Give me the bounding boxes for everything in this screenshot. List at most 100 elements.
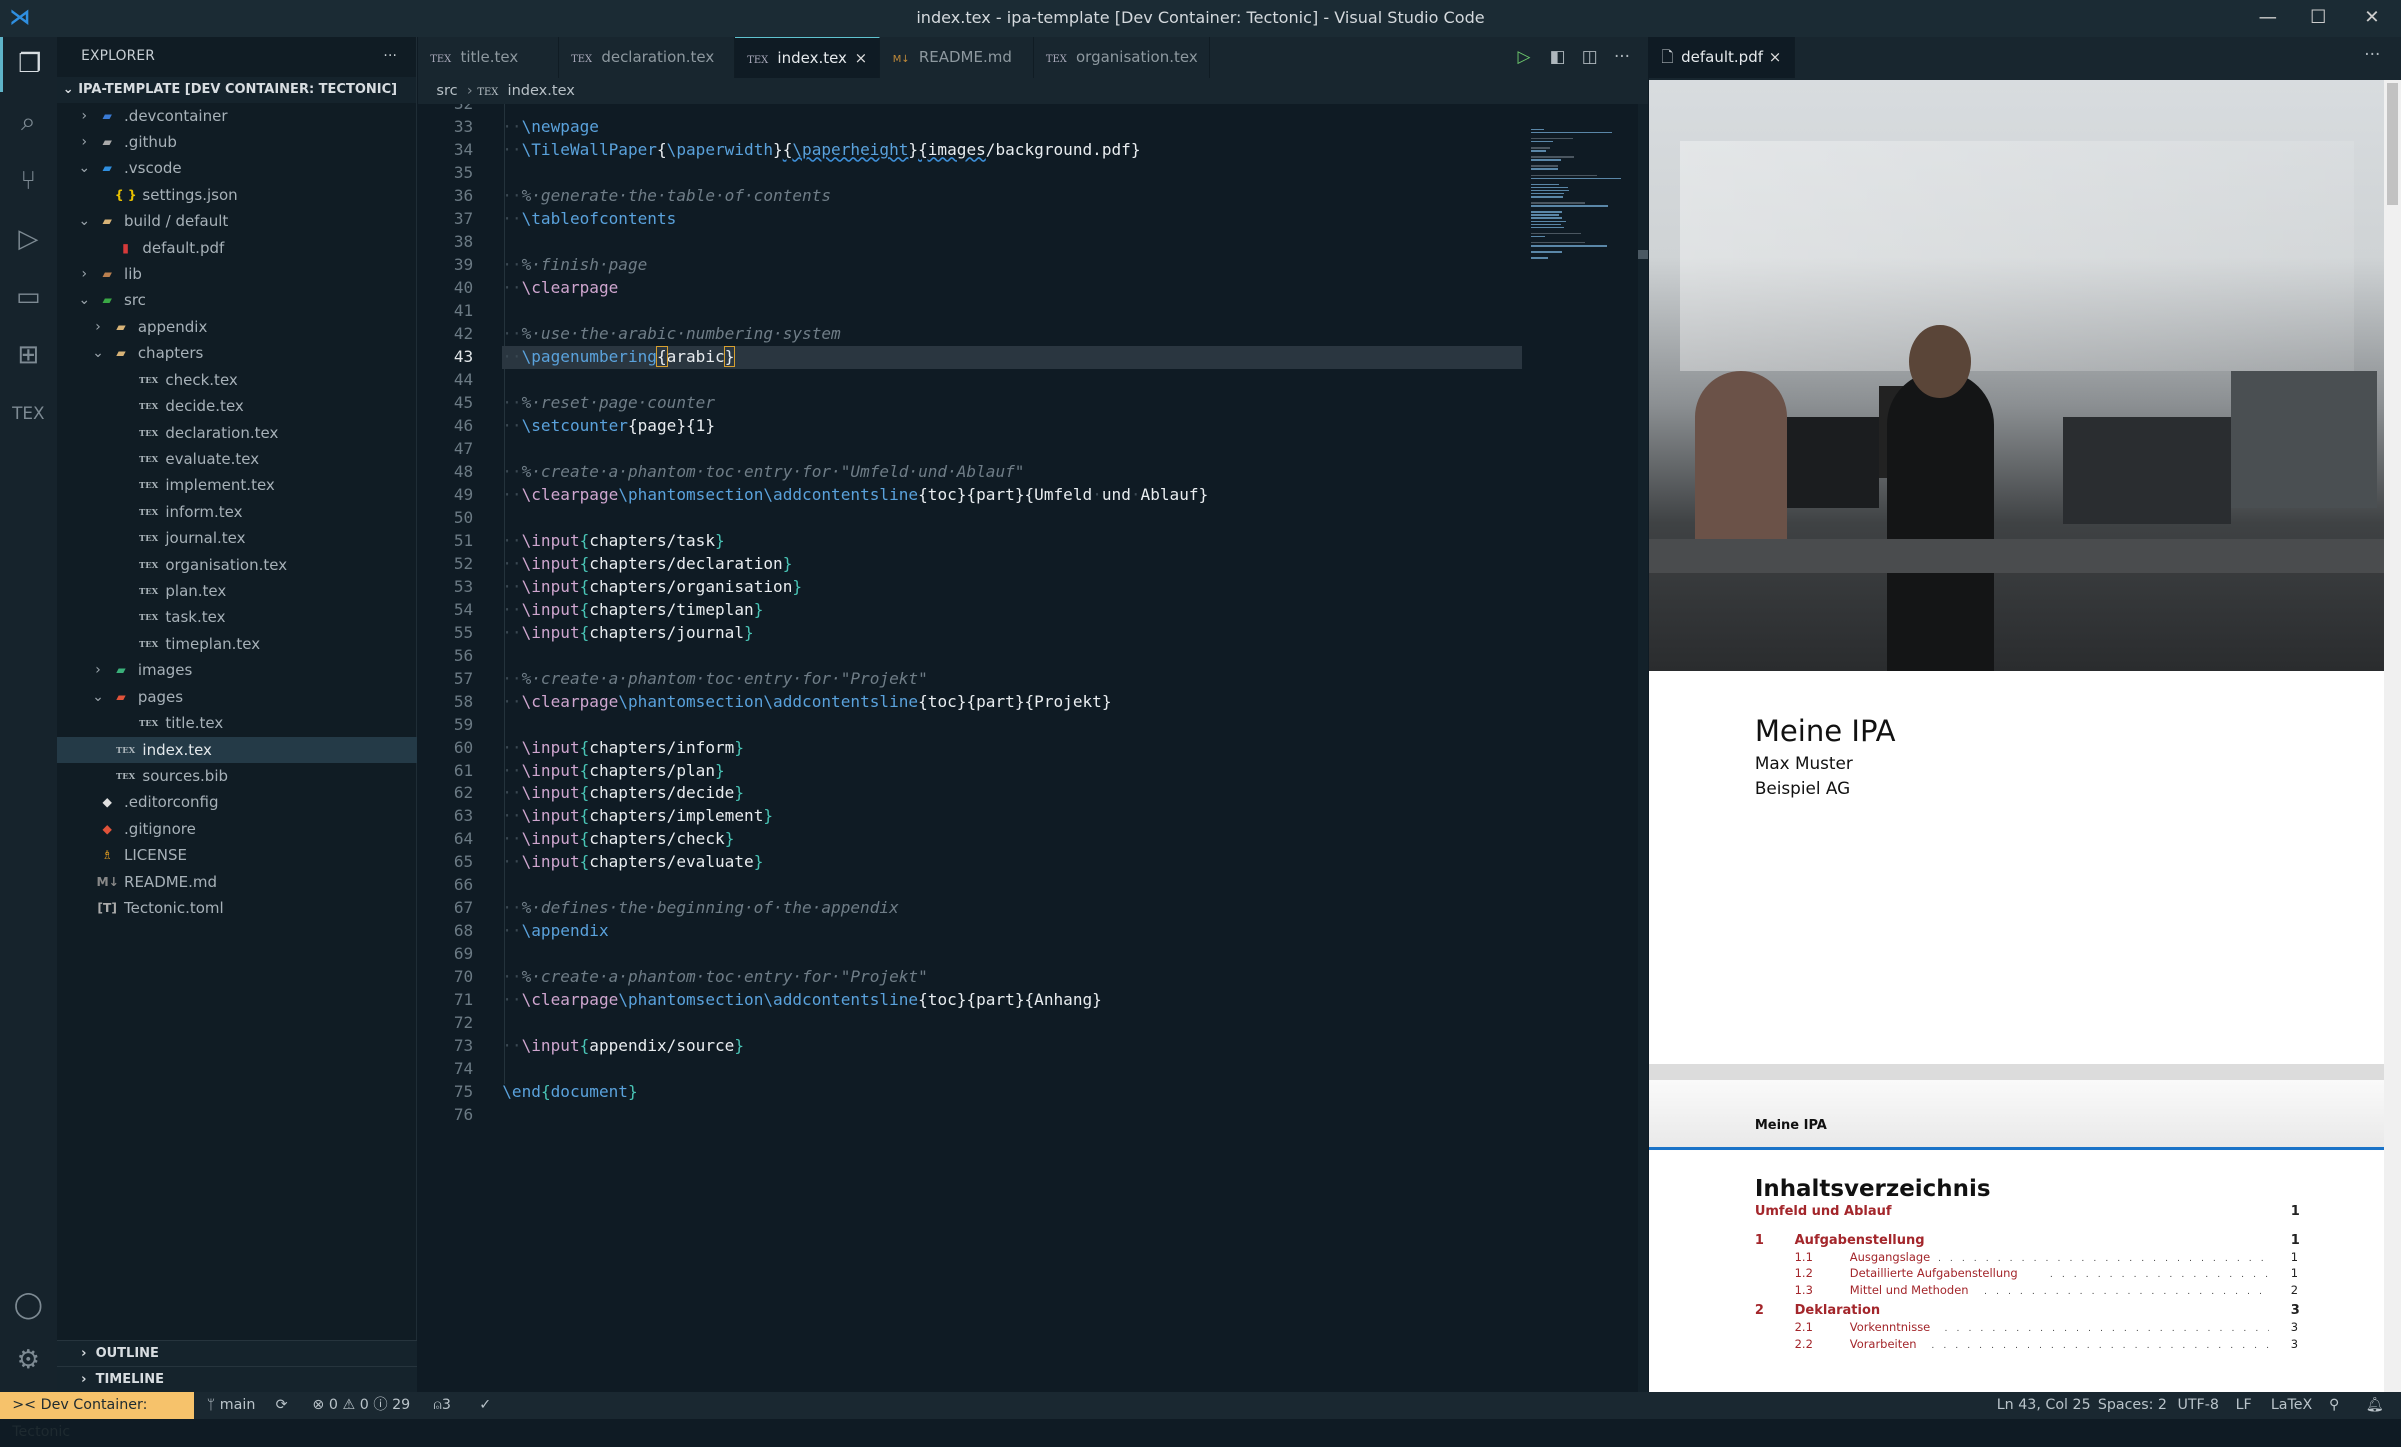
line-ending[interactable]: LF (2236, 1392, 2252, 1420)
toc-entry-section[interactable]: 1.1 Ausgangslage . . . . . . . . . . . . .… (1755, 1250, 2306, 1268)
tab-index-tex[interactable]: TEX index.tex × (735, 36, 881, 79)
settings-gear-icon[interactable]: ⚙ (0, 1332, 57, 1387)
notifications-bell-icon[interactable]: 🔔︎ (2366, 1392, 2384, 1420)
tree-item[interactable]: › ▰ lib (57, 261, 417, 287)
code-token: { (540, 1082, 551, 1102)
language-mode[interactable]: LaTeX (2271, 1392, 2312, 1420)
explorer-more-button[interactable]: ··· (383, 37, 397, 77)
tree-item[interactable]: › ▰ .github (57, 129, 417, 155)
tree-item[interactable]: TEX decide.tex (57, 393, 417, 419)
split-editor-icon[interactable]: ◫ (1582, 46, 1598, 66)
tree-item[interactable]: ⌄ ▰ .vscode (57, 155, 417, 181)
extensions-icon[interactable]: ⊞ (0, 328, 57, 383)
outline-panel-header[interactable]: › OUTLINE (56, 1339, 417, 1366)
remote-indicator[interactable]: >< Dev Container: Tectonic (0, 1391, 195, 1440)
tree-item[interactable]: ⌄ ▰ pages (57, 684, 417, 710)
tab-organisation-tex[interactable]: TEX organisation.tex (1034, 36, 1210, 79)
tex-icon[interactable]: TEX (0, 386, 57, 441)
ports-indicator[interactable]: ⍝3 (433, 1392, 451, 1420)
line-number: 36 (453, 186, 474, 206)
tree-item[interactable]: ⌄ ▰ build / default (57, 208, 417, 234)
cursor-position[interactable]: Ln 43, Col 25 (1997, 1392, 2091, 1420)
code-line: ··%·create·a·phantom·toc·entry·for·"Umfe… (502, 461, 1024, 484)
line-number: 69 (453, 944, 474, 964)
breadcrumb-file[interactable]: index.tex (508, 83, 575, 99)
files-icon[interactable]: ❐ (0, 36, 57, 92)
code-token: ·· (502, 553, 522, 573)
tex-file-icon: TEX (477, 87, 499, 99)
pdf-document[interactable]: Meine IPA Max Muster Beispiel AG Meine I… (1649, 79, 2385, 1392)
tree-item[interactable]: TEX check.tex (57, 367, 417, 393)
tree-item[interactable]: TEX declaration.tex (57, 420, 417, 446)
tab-declaration-tex[interactable]: TEX declaration.tex (559, 36, 735, 79)
toc-entry-section[interactable]: 2.2 Vorarbeiten . . . . . . . . . . . . . … (1755, 1337, 2306, 1355)
problems-indicator[interactable]: ⊗ 0 ⚠ 0 ⓘ 29 (312, 1392, 410, 1420)
tree-item[interactable]: { } settings.json (57, 182, 417, 208)
tree-item[interactable]: TEX organisation.tex (57, 552, 417, 578)
tree-item[interactable]: ◆ .editorconfig (57, 789, 417, 815)
tree-item[interactable]: [T] Tectonic.toml (57, 895, 417, 921)
open-preview-icon[interactable]: ◧ (1550, 46, 1566, 66)
toc-entry-section[interactable]: 2.1 Vorkenntnisse . . . . . . . . . . . . … (1755, 1320, 2306, 1338)
tree-item[interactable]: TEX inform.tex (57, 499, 417, 525)
run-icon[interactable]: ▷ (1517, 46, 1530, 66)
code-token: } (715, 760, 725, 780)
timeline-panel-header[interactable]: › TIMELINE (56, 1365, 417, 1392)
toc-entry-chapter[interactable]: 1 Aufgabenstellung 1 (1755, 1233, 2306, 1251)
tree-item[interactable]: TEX plan.tex (57, 578, 417, 604)
tree-item[interactable]: TEX task.tex (57, 604, 417, 630)
tab-default-pdf[interactable]: 🗋 default.pdf × (1649, 36, 1795, 79)
tab-label: index.tex (777, 48, 847, 67)
breadcrumb-src[interactable]: src (436, 83, 457, 99)
tree-item[interactable]: TEX index.tex (56, 736, 417, 763)
maximize-button[interactable]: ☐ (2292, 0, 2344, 37)
pdf-scroll-thumb[interactable] (2387, 82, 2398, 206)
tree-item[interactable]: › ▰ images (57, 657, 417, 683)
tree-item[interactable]: TEX evaluate.tex (57, 446, 417, 472)
close-tab-icon[interactable]: × (1769, 37, 1782, 78)
branch-indicator[interactable]: ᛘ main (207, 1392, 256, 1420)
tree-item[interactable]: TEX sources.bib (57, 763, 417, 789)
tree-item[interactable]: › ▰ appendix (57, 314, 417, 340)
feedback-icon[interactable]: ⚲ (2329, 1392, 2339, 1420)
editor-scrollbar[interactable] (1638, 104, 1648, 1392)
indentation[interactable]: Spaces: 2 (2098, 1392, 2167, 1420)
close-tab-icon[interactable]: × (855, 38, 868, 79)
remote-explorer-icon[interactable]: ▭ (0, 270, 57, 325)
toc-entry-part[interactable]: Umfeld und Ablauf 1 (1755, 1204, 2306, 1222)
tree-item[interactable]: M↓ README.md (57, 869, 417, 895)
tree-item[interactable]: ♗ LICENSE (57, 842, 417, 868)
tree-item[interactable]: › ▰ .devcontainer (57, 103, 417, 129)
more-icon[interactable]: ··· (2364, 44, 2380, 64)
sync-icon[interactable]: ⟳ (276, 1392, 288, 1420)
encoding[interactable]: UTF-8 (2177, 1392, 2219, 1420)
tab-title-tex[interactable]: TEX title.tex (418, 36, 559, 79)
tree-item[interactable]: ▮ default.pdf (57, 235, 417, 261)
tex-file-icon: TEX (115, 744, 136, 755)
check-icon[interactable]: ✓ (479, 1392, 491, 1420)
tree-item[interactable]: ⌄ ▰ src (57, 287, 417, 313)
minimize-button[interactable]: — (2242, 0, 2294, 37)
account-icon[interactable]: ◯ (0, 1277, 57, 1332)
tree-item-label: sources.bib (142, 766, 229, 785)
tree-item[interactable]: ⌄ ▰ chapters (57, 340, 417, 366)
pdf-scrollbar[interactable] (2384, 79, 2401, 1392)
source-control-icon[interactable]: ⑂ (0, 153, 57, 208)
tree-item[interactable]: TEX timeplan.tex (57, 631, 417, 657)
search-icon[interactable]: ⌕ (0, 95, 57, 150)
tree-item[interactable]: TEX journal.tex (57, 525, 417, 551)
close-window-button[interactable]: ✕ (2346, 0, 2398, 37)
tree-item[interactable]: TEX implement.tex (57, 472, 417, 498)
toc-entry-section[interactable]: 1.2 Detaillierte Aufgabenstellung . . . . … (1755, 1266, 2306, 1284)
more-icon[interactable]: ··· (1614, 46, 1630, 66)
minimap[interactable] (1528, 104, 1632, 288)
tree-item[interactable]: ◆ .gitignore (57, 816, 417, 842)
toc-page: 1 (2290, 1249, 2299, 1264)
tab-README-md[interactable]: M↓ README.md (880, 36, 1034, 79)
workspace-root[interactable]: ⌄ IPA-TEMPLATE [DEV CONTAINER: TECTONIC] (56, 76, 416, 103)
run-debug-icon[interactable]: ▷ (0, 211, 57, 266)
code-editor[interactable]: 3233··\newpage34··\TileWallPaper{\paperw… (418, 104, 1528, 1392)
tree-item[interactable]: TEX title.tex (57, 710, 417, 736)
toc-entry-chapter[interactable]: 2 Deklaration 3 (1755, 1303, 2306, 1321)
toc-entry-section[interactable]: 1.3 Mittel und Methoden . . . . . . . . . … (1755, 1283, 2306, 1301)
